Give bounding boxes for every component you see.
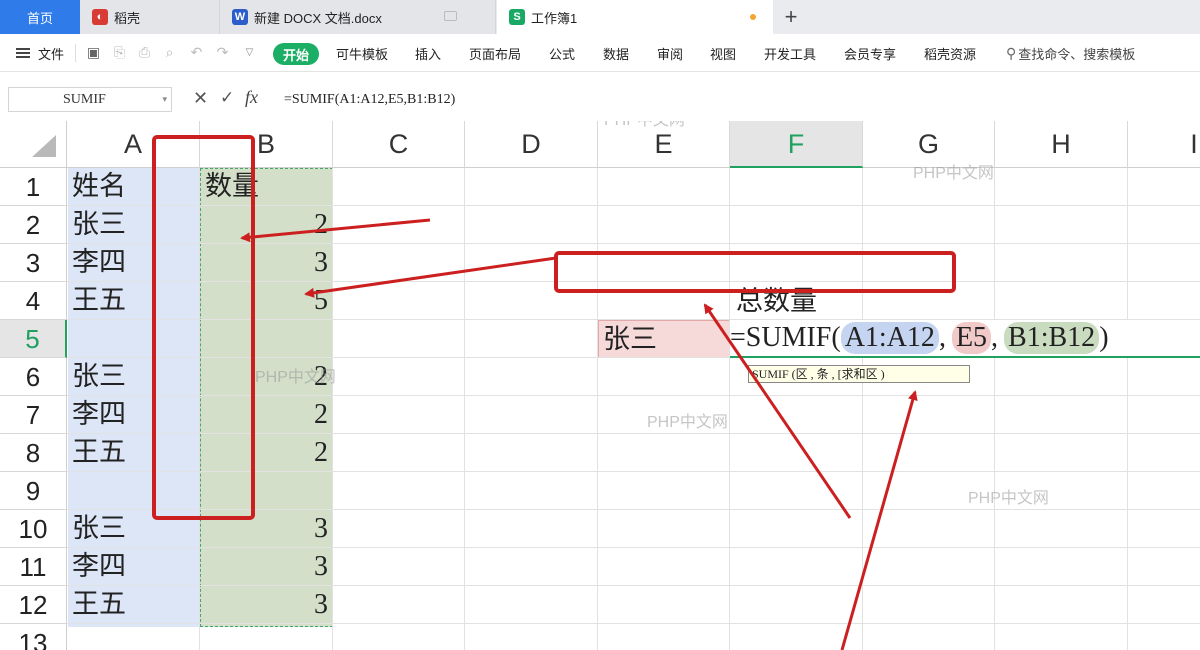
annotation-overlay bbox=[152, 135, 956, 650]
annotation-arrow bbox=[240, 218, 431, 243]
annotation-arrow bbox=[840, 390, 918, 650]
annotation-box-column bbox=[152, 135, 255, 520]
annotation-arrow bbox=[703, 303, 852, 519]
annotation-box-f4 bbox=[554, 251, 956, 293]
annotation-arrow bbox=[304, 256, 557, 298]
